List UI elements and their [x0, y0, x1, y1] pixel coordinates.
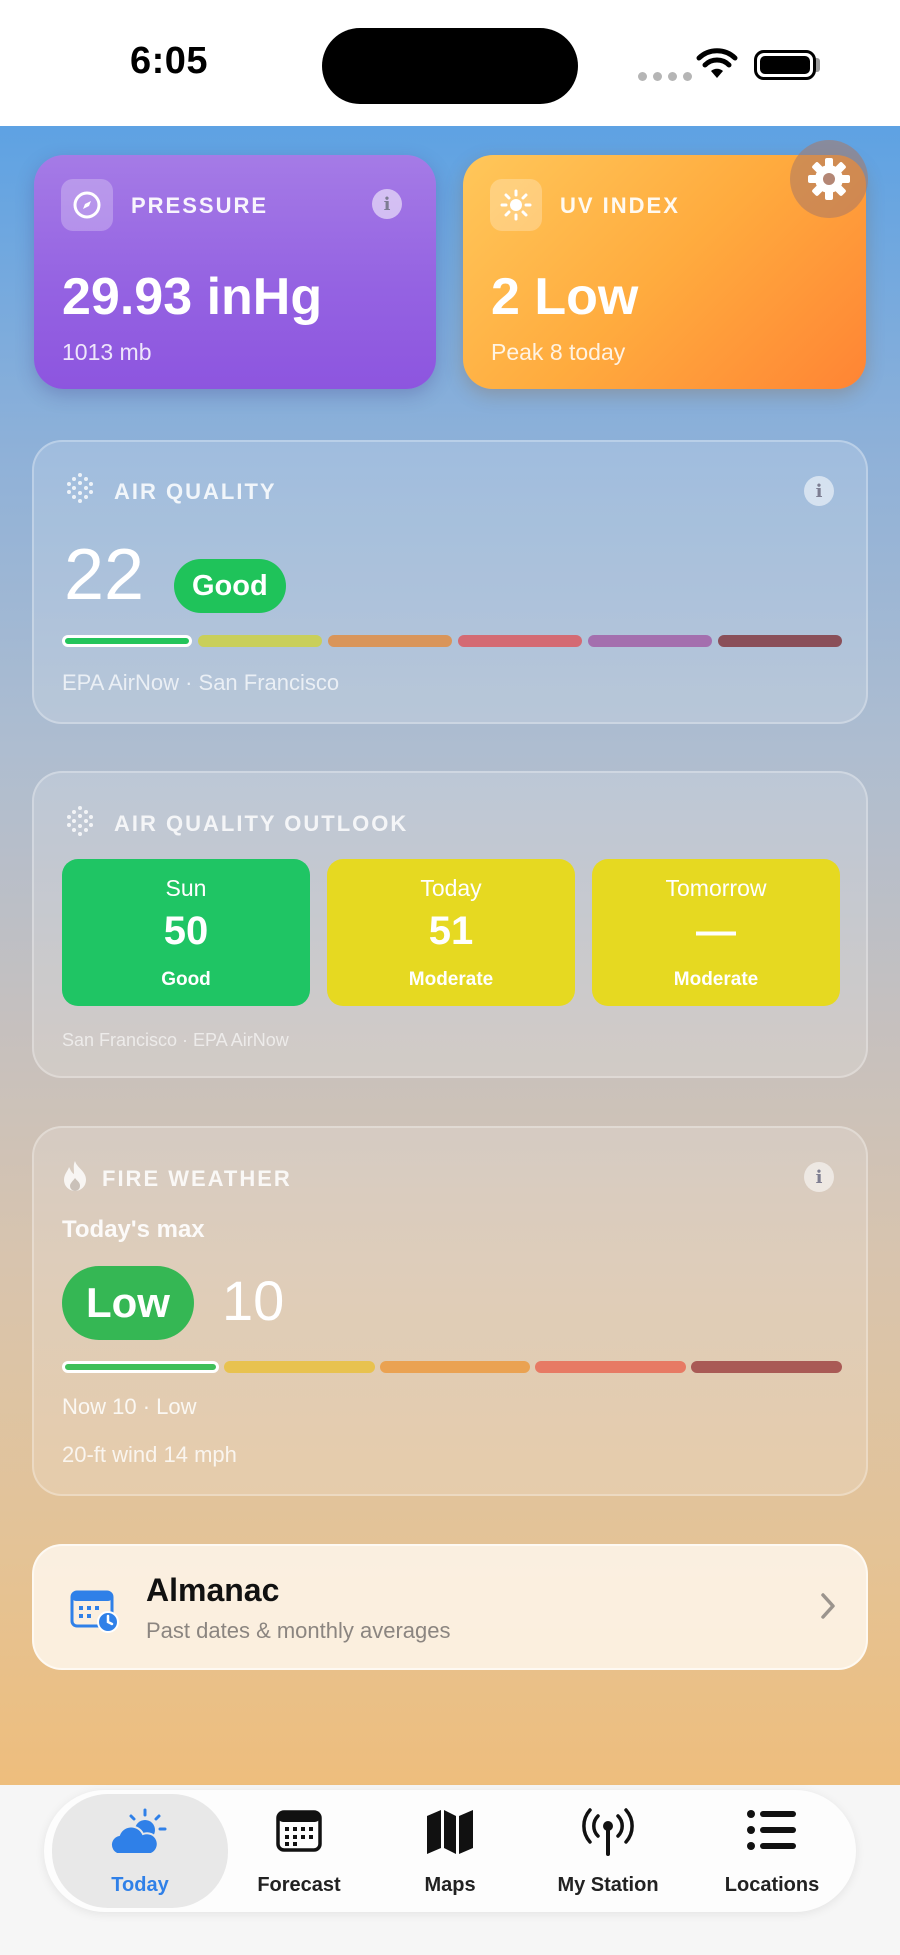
- tab-my-station[interactable]: My Station: [528, 1790, 688, 1912]
- air-particles-icon: [67, 473, 93, 503]
- scale-segment: [62, 635, 192, 647]
- almanac-row[interactable]: Almanac Past dates & monthly averages: [32, 1544, 868, 1670]
- almanac-subtitle: Past dates & monthly averages: [146, 1618, 451, 1643]
- aqi-scale-bar: [62, 635, 842, 647]
- calendar-clock-icon: [70, 1590, 119, 1633]
- air-quality-card[interactable]: AIR QUALITY i 22 Good EPA AirNow · San F…: [32, 440, 868, 724]
- tab-today[interactable]: Today: [52, 1794, 228, 1908]
- uv-title: UV INDEX: [560, 193, 680, 218]
- flame-icon: [64, 1161, 86, 1191]
- fire-index-value: 10: [222, 1269, 285, 1332]
- outlook-title: AIR QUALITY OUTLOOK: [114, 811, 409, 836]
- status-bar: 6:05: [0, 0, 900, 126]
- antenna-icon: [582, 1808, 634, 1856]
- aqi-value: 22: [64, 535, 145, 615]
- map-icon: [427, 1810, 473, 1854]
- scale-segment: [691, 1361, 842, 1373]
- signal-icon: [638, 72, 692, 81]
- fire-today-label: Today's max: [62, 1216, 205, 1243]
- pressure-card[interactable]: PRESSURE i 29.93 inHg 1013 mb: [34, 155, 436, 389]
- outlook-day-today[interactable]: Today 51 Moderate: [327, 859, 575, 1006]
- aqi-category-badge: Good: [174, 559, 286, 613]
- scale-segment: [718, 635, 842, 647]
- outlook-days: Sun 50 Good Today 51 Moderate Tomorrow —…: [62, 859, 840, 1006]
- wifi-icon: [696, 48, 738, 78]
- fire-weather-card[interactable]: FIRE WEATHER i Today's max Low 10 Now 10…: [32, 1126, 868, 1496]
- pressure-value: 29.93 inHg: [62, 268, 323, 326]
- tab-label: My Station: [557, 1874, 659, 1896]
- fire-wind-text: 20-ft wind 14 mph: [62, 1442, 237, 1467]
- scale-segment: [62, 1361, 219, 1373]
- dynamic-island: [322, 28, 578, 104]
- aqi-source: EPA AirNow · San Francisco: [62, 670, 340, 695]
- fire-level-badge: Low: [62, 1266, 194, 1340]
- uv-sub: Peak 8 today: [491, 339, 626, 365]
- fire-weather-title: FIRE WEATHER: [102, 1166, 292, 1191]
- scale-segment: [379, 1361, 531, 1373]
- outlook-day-label: Sun: [165, 875, 207, 901]
- outlook-day-value: 51: [428, 909, 474, 953]
- outlook-day-label: Tomorrow: [665, 875, 767, 901]
- scale-segment: [223, 1361, 375, 1373]
- compass-icon: [61, 179, 113, 231]
- chevron-right-icon: [821, 1593, 835, 1619]
- scale-segment: [535, 1361, 687, 1373]
- fire-weather-info-icon[interactable]: i: [804, 1162, 834, 1192]
- outlook-source: San Francisco · EPA AirNow: [62, 1030, 289, 1050]
- battery-icon: [754, 50, 816, 80]
- fire-now-text: Now 10 · Low: [62, 1394, 197, 1419]
- scale-segment: [588, 635, 712, 647]
- pressure-info-icon[interactable]: i: [372, 189, 402, 219]
- air-quality-info-icon[interactable]: i: [804, 476, 834, 506]
- outlook-day-tomorrow[interactable]: Tomorrow — Moderate: [592, 859, 840, 1006]
- status-time: 6:05: [130, 40, 209, 82]
- tab-forecast[interactable]: Forecast: [224, 1790, 374, 1912]
- outlook-day-category: Moderate: [673, 969, 759, 990]
- settings-gear-icon[interactable]: [790, 140, 868, 218]
- tab-locations[interactable]: Locations: [692, 1790, 852, 1912]
- scale-segment: [328, 635, 452, 647]
- pressure-sub: 1013 mb: [62, 339, 152, 365]
- weather-partly-sunny-icon: [109, 1808, 167, 1855]
- calendar-icon: [276, 1810, 322, 1852]
- air-quality-title: AIR QUALITY: [114, 479, 277, 504]
- scale-segment: [458, 635, 582, 647]
- tab-label: Forecast: [257, 1874, 341, 1896]
- outlook-day-label: Today: [420, 875, 482, 901]
- tab-label: Maps: [424, 1874, 476, 1896]
- outlook-day-value: —: [696, 909, 736, 953]
- outlook-day-category: Good: [161, 969, 211, 990]
- uv-value: 2 Low: [491, 268, 639, 326]
- tab-label: Locations: [724, 1874, 820, 1896]
- tab-maps[interactable]: Maps: [380, 1790, 520, 1912]
- outlook-day-category: Moderate: [408, 969, 494, 990]
- outlook-day-value: 50: [163, 909, 209, 953]
- air-particles-icon: [67, 806, 93, 836]
- list-icon: [747, 1810, 796, 1850]
- tab-bar: Today Forecast Maps My Station Locations: [44, 1790, 856, 1912]
- pressure-title: PRESSURE: [131, 193, 269, 218]
- air-quality-outlook-card[interactable]: AIR QUALITY OUTLOOK Sun 50 Good Today 51…: [32, 771, 868, 1078]
- tab-label: Today: [111, 1874, 169, 1896]
- almanac-title: Almanac: [146, 1572, 280, 1608]
- scale-segment: [198, 635, 322, 647]
- fire-scale-bar: [62, 1361, 842, 1373]
- outlook-day-sun[interactable]: Sun 50 Good: [62, 859, 310, 1006]
- sun-icon: [490, 179, 542, 231]
